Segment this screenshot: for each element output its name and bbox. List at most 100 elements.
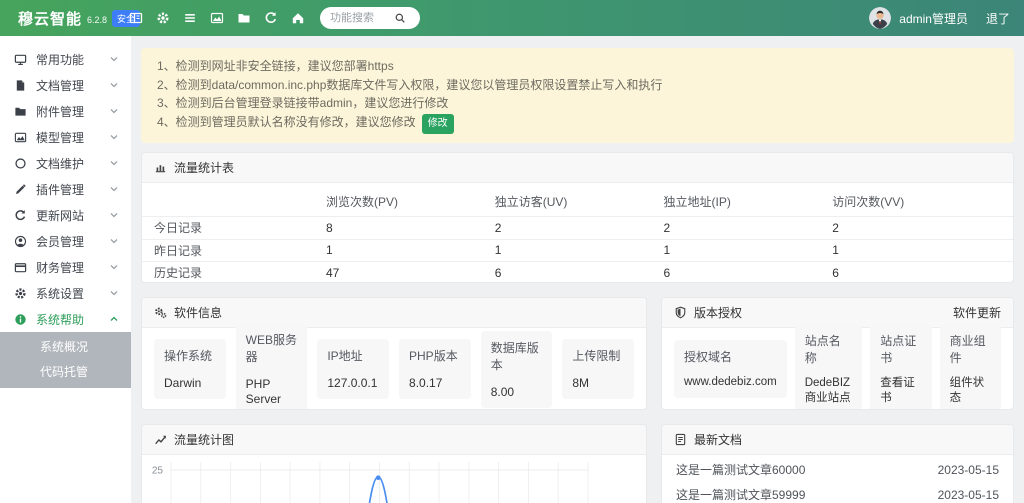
version-auth-label: 商业组件 <box>950 332 991 366</box>
top-header: 穆云智能 6.2.8 安全 admin管理员 退了 <box>0 0 1024 36</box>
sidebar-item-document-management[interactable]: 文档管理 <box>0 72 131 98</box>
gear-icon[interactable] <box>149 0 176 36</box>
sidebar-item-label: 更新网站 <box>36 207 84 224</box>
app-logo: 穆云智能 <box>18 8 82 29</box>
sidebar-item-label: 常用功能 <box>36 51 84 68</box>
software-info-value: 8.00 <box>491 385 543 400</box>
version-auth-item: 商业组件组件状态 <box>940 324 1001 410</box>
refresh-icon <box>14 209 27 222</box>
software-info-title: 软件信息 <box>174 304 222 321</box>
function-search <box>320 7 420 29</box>
chevron-down-icon <box>109 132 119 142</box>
sidebar-item-finance-management[interactable]: 财务管理 <box>0 254 131 280</box>
user-name: admin管理员 <box>899 10 968 27</box>
traffic-chart-header: 流量统计图 <box>142 425 646 455</box>
search-input[interactable] <box>330 12 394 24</box>
traffic-cell-value: 8 <box>326 221 495 235</box>
software-update-link[interactable]: 软件更新 <box>953 304 1001 321</box>
sidebar-item-label: 附件管理 <box>36 103 84 120</box>
circle-icon <box>14 157 27 170</box>
sidebar-item-update-website[interactable]: 更新网站 <box>0 202 131 228</box>
software-info-header: 软件信息 <box>142 298 646 328</box>
doc-list-item: 这是一篇测试文章599992023-05-15 <box>662 483 1013 503</box>
traffic-table-column-header: 浏览次数(PV) <box>326 193 495 210</box>
sidebar-item-plugin-management[interactable]: 插件管理 <box>0 176 131 202</box>
warning-line: 4、检测到管理员默认名称没有修改，建议您修改修改 <box>157 113 998 135</box>
version-auth-value[interactable]: 组件状态 <box>950 376 991 406</box>
sidebar-item-common-functions[interactable]: 常用功能 <box>0 46 131 72</box>
menu-icon[interactable] <box>176 0 203 36</box>
software-info-item: WEB服务器 PHP Server <box>236 323 308 410</box>
chart-icon[interactable] <box>203 0 230 36</box>
svg-text:25: 25 <box>152 466 164 477</box>
gear-icon <box>14 287 27 300</box>
header-toolbar <box>122 0 311 36</box>
warning-line: 3、检测到后台管理登录链接带admin，建议您进行修改 <box>157 94 998 113</box>
info-icon <box>14 313 27 326</box>
document-icon <box>14 79 27 92</box>
software-info-item: IP地址127.0.0.1 <box>317 339 389 399</box>
shield-icon <box>674 306 687 319</box>
version-auth-value[interactable]: 查看证书 <box>880 376 921 406</box>
sidebar-item-label: 会员管理 <box>36 233 84 250</box>
traffic-cell-value: 2 <box>495 221 664 235</box>
warning-fix-button[interactable]: 修改 <box>422 114 454 135</box>
software-info-label: IP地址 <box>327 347 379 364</box>
sidebar-submenu: 系统概况代码托管 <box>0 332 131 388</box>
sidebar-item-label: 插件管理 <box>36 181 84 198</box>
warning-line: 2、检测到data/common.inc.php数据库文件写入权限，建议您以管理… <box>157 76 998 95</box>
traffic-cell-value: 6 <box>495 266 664 280</box>
refresh-icon[interactable] <box>257 0 284 36</box>
avatar[interactable] <box>869 7 891 29</box>
sidebar-item-attachment-management[interactable]: 附件管理 <box>0 98 131 124</box>
sidebar-item-label: 系统设置 <box>36 285 84 302</box>
doc-title-link[interactable]: 这是一篇测试文章60000 <box>676 458 805 483</box>
finance-icon <box>14 261 27 274</box>
sidebar-item-label: 财务管理 <box>36 259 84 276</box>
doc-date: 2023-05-15 <box>938 458 999 483</box>
software-info-item: PHP版本8.0.17 <box>399 339 471 399</box>
traffic-row-label: 历史记录 <box>154 264 326 281</box>
chevron-down-icon <box>109 184 119 194</box>
sidebar-item-document-maintenance[interactable]: 文档维护 <box>0 150 131 176</box>
version-auth-body: 授权域名www.dedebiz.com站点名称DedeBIZ商业站点站点证书查看… <box>662 328 1013 410</box>
logout-button[interactable]: 退了 <box>986 10 1010 27</box>
sidebar-subitem-system-overview[interactable]: 系统概况 <box>0 335 131 360</box>
software-info-value: PHP Server <box>246 377 298 407</box>
sidebar-item-model-management[interactable]: 模型管理 <box>0 124 131 150</box>
doc-title-link[interactable]: 这是一篇测试文章59999 <box>676 483 805 503</box>
traffic-stats-card: 流量统计表 浏览次数(PV)独立访客(UV)独立地址(IP)访问次数(VV)今日… <box>141 152 1014 283</box>
traffic-table-header-row: 浏览次数(PV)独立访客(UV)独立地址(IP)访问次数(VV) <box>142 183 1013 216</box>
sidebar-item-system-settings[interactable]: 系统设置 <box>0 280 131 306</box>
version-auth-label: 授权域名 <box>684 348 777 365</box>
sidebar-item-system-help[interactable]: 系统帮助 <box>0 306 131 332</box>
warning-line: 1、检测到网址非安全链接，建议您部署https <box>157 57 998 76</box>
traffic-stats-header: 流量统计表 <box>142 153 1013 183</box>
layout-icon[interactable] <box>122 0 149 36</box>
sidebar-item-label: 文档维护 <box>36 155 84 172</box>
software-info-label: WEB服务器 <box>246 331 298 365</box>
sidebar-subitem-code-hosting[interactable]: 代码托管 <box>0 360 131 385</box>
home-icon[interactable] <box>284 0 311 36</box>
traffic-cell-value: 47 <box>326 266 495 280</box>
traffic-cell-value: 1 <box>495 243 664 257</box>
traffic-chart: 2520 <box>142 455 646 503</box>
software-info-value: 8.0.17 <box>409 376 461 391</box>
version-auth-value: DedeBIZ商业站点 <box>805 376 853 406</box>
search-icon[interactable] <box>394 12 406 24</box>
chevron-down-icon <box>109 54 119 64</box>
traffic-table-column-header: 访问次数(VV) <box>832 193 1001 210</box>
folder-icon <box>14 105 27 118</box>
model-chart-icon <box>14 131 27 144</box>
sidebar-item-member-management[interactable]: 会员管理 <box>0 228 131 254</box>
version-auth-label: 站点名称 <box>805 332 853 366</box>
gears-icon <box>154 306 167 319</box>
sidebar-item-label: 系统帮助 <box>36 311 84 328</box>
version-auth-label: 站点证书 <box>880 332 921 366</box>
app-version: 6.2.8 <box>87 15 107 25</box>
traffic-chart-svg: 2520 <box>142 455 646 503</box>
sidebar-item-label: 文档管理 <box>36 77 84 94</box>
traffic-cell-value: 2 <box>664 221 833 235</box>
version-auth-item: 站点名称 DedeBIZ商业站点 <box>795 324 863 410</box>
folder-icon[interactable] <box>230 0 257 36</box>
